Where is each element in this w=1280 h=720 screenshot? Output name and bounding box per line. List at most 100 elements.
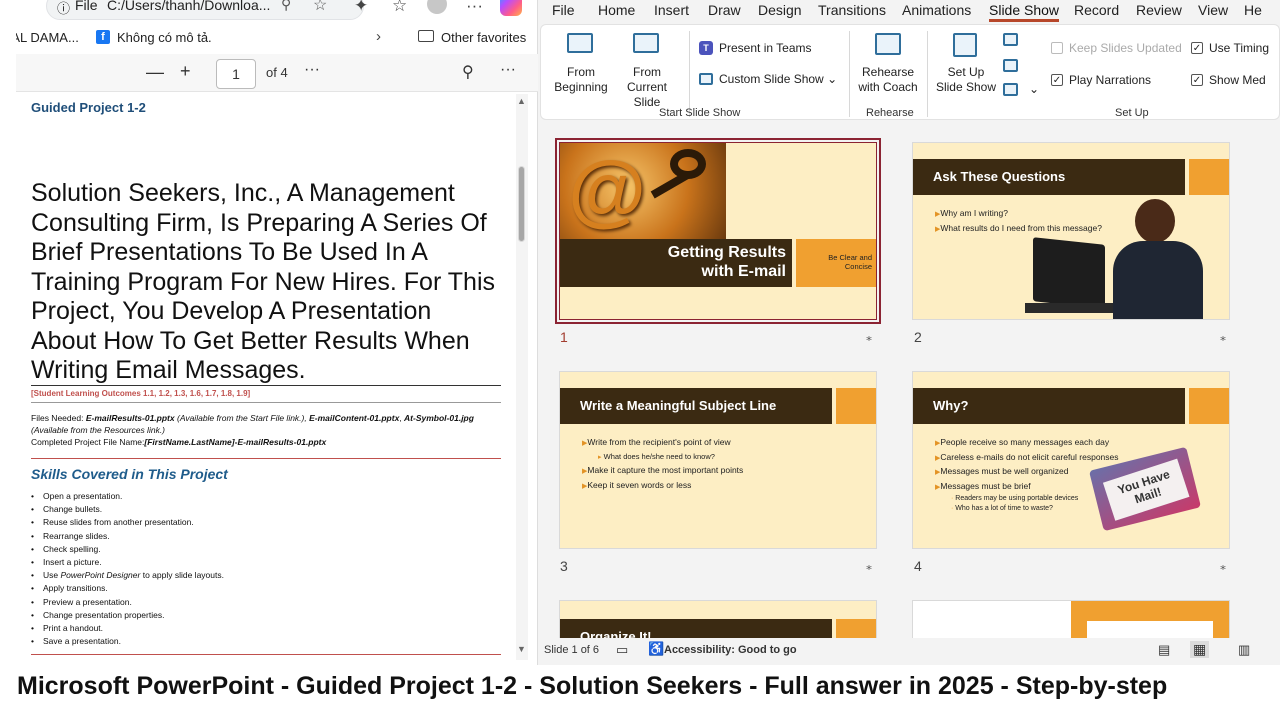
record-icon[interactable] bbox=[1003, 59, 1018, 72]
show-media-label: Show Med bbox=[1209, 73, 1266, 87]
profile-avatar[interactable] bbox=[427, 0, 447, 14]
slide-thumbnail-1[interactable]: @ Getting Results with E-mail Be Clear a… bbox=[555, 138, 881, 324]
favorite-star-icon[interactable]: ☆ bbox=[313, 0, 327, 15]
bullet: Careless e-mails do not elicit careful r… bbox=[940, 451, 1119, 462]
computer-monitor bbox=[1033, 237, 1105, 309]
copilot-icon[interactable] bbox=[500, 0, 522, 16]
chevron-right-icon[interactable]: › bbox=[376, 28, 381, 45]
transition-star-icon[interactable]: ⁎ bbox=[1220, 559, 1226, 573]
extensions-icon[interactable]: ✦ bbox=[354, 0, 368, 16]
zoom-icon[interactable]: ⚲ bbox=[281, 0, 291, 13]
slide-number: 2 bbox=[914, 329, 922, 345]
zoom-in-button[interactable]: + bbox=[180, 61, 191, 82]
separator bbox=[689, 31, 690, 117]
play-narrations-checkbox[interactable]: ✓ bbox=[1051, 74, 1063, 86]
bullet: Write from the recipient's point of view bbox=[587, 437, 731, 447]
caption-text: Microsoft PowerPoint - Guided Project 1-… bbox=[17, 672, 1168, 700]
normal-view-icon[interactable]: ▤ bbox=[1158, 642, 1170, 658]
skills-heading: Skills Covered in This Project bbox=[31, 466, 228, 482]
key-icon bbox=[670, 149, 706, 179]
slide-subtitle: Be Clear and Concise bbox=[796, 253, 872, 271]
scroll-down-icon[interactable]: ▼ bbox=[517, 644, 526, 654]
show-media-checkbox[interactable]: ✓ bbox=[1191, 74, 1203, 86]
group-label-rehearse: Rehearse bbox=[866, 107, 914, 119]
slide-sorter-icon[interactable]: ▦ bbox=[1190, 641, 1210, 658]
rehearse-icon bbox=[875, 33, 901, 55]
set-up-slide-show-button[interactable]: Set Up Slide Show bbox=[935, 65, 997, 95]
tab-insert[interactable]: Insert bbox=[654, 2, 689, 18]
rehearse-with-coach-button[interactable]: Rehearse with Coach bbox=[857, 65, 919, 95]
separator bbox=[849, 31, 850, 117]
file-name: E-mailResults-01.pptx bbox=[85, 413, 175, 423]
tab-review[interactable]: Review bbox=[1136, 2, 1182, 18]
pdf-title: Solution Seekers, Inc., A Management Con… bbox=[31, 179, 496, 384]
page-count: of 4 bbox=[266, 65, 288, 80]
transition-star-icon[interactable]: ⁎ bbox=[1220, 330, 1226, 344]
slide-thumbnail-5[interactable]: Organize It! bbox=[559, 600, 877, 638]
scroll-up-icon[interactable]: ▲ bbox=[517, 96, 526, 106]
tab-design[interactable]: Design bbox=[758, 2, 802, 18]
tab-home[interactable]: Home bbox=[598, 2, 635, 18]
search-icon[interactable]: ⚲ bbox=[462, 62, 474, 82]
tab-transitions[interactable]: Transitions bbox=[818, 2, 886, 18]
completed-file-name: [FirstName.LastName]-E-mailResults-01.pp… bbox=[144, 437, 327, 447]
divider bbox=[31, 385, 501, 386]
slide-thumbnail-3[interactable]: Write a Meaningful Subject Line ▶Write f… bbox=[559, 371, 877, 549]
slide-title: Ask These Questions bbox=[913, 159, 1185, 195]
slide-thumbnail-6[interactable] bbox=[912, 600, 1230, 638]
other-favorites[interactable]: Other favorites bbox=[441, 30, 526, 45]
slide-title-line: Getting Results bbox=[667, 244, 786, 261]
slide-thumbnail-2[interactable]: Ask These Questions ▶Why am I writing? ▶… bbox=[912, 142, 1230, 320]
chevron-down-icon[interactable]: ⌄ bbox=[1029, 82, 1039, 97]
monitor-icon[interactable] bbox=[1003, 83, 1018, 96]
slide-number: 3 bbox=[560, 558, 568, 574]
sub-bullet: What does he/she need to know? bbox=[603, 451, 715, 461]
favorite-item-facebook[interactable]: Không có mô tả. bbox=[117, 30, 212, 45]
from-current-slide-button[interactable]: From Current Slide bbox=[613, 65, 681, 110]
use-timings-checkbox[interactable]: ✓ bbox=[1191, 42, 1203, 54]
transition-star-icon[interactable]: ⁎ bbox=[866, 330, 872, 344]
bullet: Keep it seven words or less bbox=[587, 479, 692, 490]
pdf-toolbar: — + 1 of 4 ··· ⚲ ··· bbox=[16, 54, 538, 92]
scrollbar-thumb[interactable] bbox=[518, 166, 525, 242]
transition-star-icon[interactable]: ⁎ bbox=[866, 559, 872, 573]
slide-sorter: @ Getting Results with E-mail Be Clear a… bbox=[538, 122, 1280, 638]
teams-icon: T bbox=[699, 41, 713, 55]
info-icon[interactable]: ⓘ bbox=[57, 0, 70, 17]
folder-icon bbox=[418, 30, 434, 42]
more-options-button[interactable]: ··· bbox=[304, 61, 320, 79]
tab-draw[interactable]: Draw bbox=[708, 2, 741, 18]
from-beginning-button[interactable]: From Beginning bbox=[553, 65, 609, 95]
menu-dots-icon[interactable]: ··· bbox=[466, 0, 483, 16]
tab-he[interactable]: He bbox=[1244, 2, 1262, 18]
page-number-input[interactable]: 1 bbox=[216, 59, 256, 89]
play-narrations-label: Play Narrations bbox=[1069, 73, 1152, 87]
address-bar[interactable]: ⓘ File C:/Users/thanh/Downloa... ⚲ ☆ bbox=[46, 0, 364, 20]
accessibility-icon[interactable]: ♿ bbox=[648, 641, 664, 657]
favorites-icon[interactable]: ☆ bbox=[392, 0, 407, 16]
pdf-scrollbar[interactable]: ▲ ▼ bbox=[516, 94, 528, 660]
present-in-teams-button[interactable]: Present in Teams bbox=[719, 41, 812, 56]
accessibility-status[interactable]: Accessibility: Good to go bbox=[664, 644, 797, 656]
more-actions-button[interactable]: ··· bbox=[500, 61, 516, 79]
tab-animations[interactable]: Animations bbox=[902, 2, 971, 18]
reading-view-icon[interactable]: ▥ bbox=[1238, 642, 1250, 658]
tab-slide-show[interactable]: Slide Show bbox=[989, 2, 1060, 22]
notes-icon[interactable]: ▭ bbox=[616, 642, 628, 658]
address-path[interactable]: C:/Users/thanh/Downloa... bbox=[107, 0, 277, 13]
from-beginning-icon bbox=[567, 33, 593, 53]
tab-view[interactable]: View bbox=[1198, 2, 1228, 18]
zoom-out-button[interactable]: — bbox=[146, 62, 164, 83]
bullet: Messages must be brief bbox=[940, 480, 1031, 491]
tab-file[interactable]: File bbox=[552, 2, 575, 18]
tab-record[interactable]: Record bbox=[1074, 2, 1119, 18]
custom-slide-show-button[interactable]: Custom Slide Show ⌄ bbox=[719, 72, 837, 87]
keep-slides-updated-checkbox[interactable] bbox=[1051, 42, 1063, 54]
accent-block bbox=[836, 388, 876, 424]
hide-slide-icon[interactable] bbox=[1003, 33, 1018, 46]
ribbon: From Beginning From Current Slide T Pres… bbox=[540, 24, 1280, 120]
video-caption: Microsoft PowerPoint - Guided Project 1-… bbox=[0, 665, 1280, 720]
mail-sign: You Have Mail! bbox=[1102, 458, 1190, 521]
slide-thumbnail-4[interactable]: Why? ▶People receive so many messages ea… bbox=[912, 371, 1230, 549]
set-up-icon bbox=[953, 33, 977, 57]
